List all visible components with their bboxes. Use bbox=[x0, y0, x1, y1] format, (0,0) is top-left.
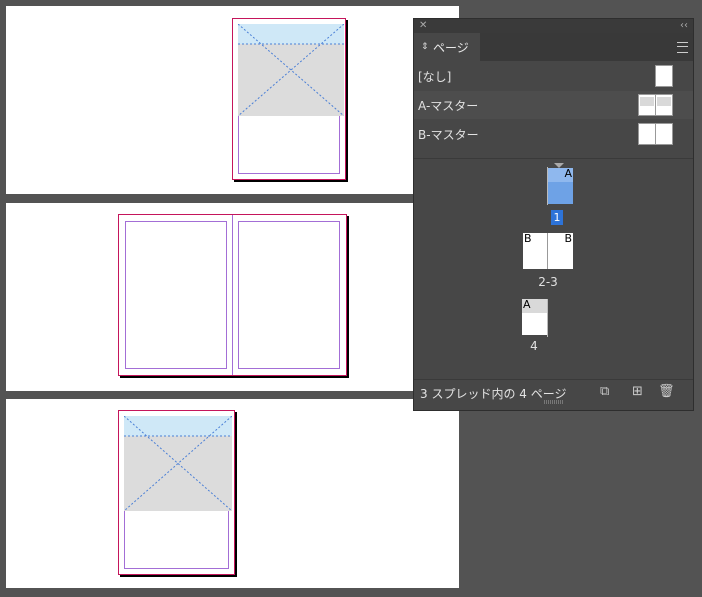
tab-pages[interactable]: ⇕ ページ bbox=[414, 33, 480, 61]
master-letter: A bbox=[523, 298, 531, 311]
master-a-right-page bbox=[656, 95, 672, 115]
masters-divider[interactable] bbox=[414, 158, 693, 159]
close-icon[interactable]: ✕ bbox=[419, 19, 427, 33]
master-a-left-page bbox=[639, 95, 655, 115]
master-none-thumbnail[interactable] bbox=[655, 65, 673, 87]
page-4-spine bbox=[547, 299, 548, 337]
tab-pages-label: ページ bbox=[433, 41, 469, 55]
panel-title-bar[interactable]: ✕ ‹‹ bbox=[414, 19, 693, 33]
page-4-thumbnail[interactable]: A bbox=[522, 298, 547, 335]
master-a-thumbnail[interactable] bbox=[638, 94, 673, 116]
updown-icon: ⇕ bbox=[421, 42, 429, 52]
document-spread-1[interactable] bbox=[6, 6, 459, 194]
page-4-label[interactable]: 4 bbox=[522, 339, 546, 353]
page-1-box[interactable] bbox=[232, 18, 346, 180]
spread-spine bbox=[232, 215, 233, 375]
master-label: B-マスター bbox=[418, 128, 479, 142]
empty-frame-cross-icon bbox=[124, 416, 232, 511]
master-letter: A bbox=[564, 167, 572, 180]
trash-icon[interactable]: 🗑 bbox=[658, 384, 675, 400]
thumb-spine bbox=[655, 124, 656, 144]
panel-status-bar: 3 スプレッド内の 4 ページ ⧉ ⊞ 🗑 bbox=[414, 379, 693, 405]
panel-menu-icon[interactable] bbox=[677, 42, 688, 53]
master-item-a[interactable]: A-マスター bbox=[414, 91, 693, 119]
empty-frame-cross-icon bbox=[238, 24, 344, 116]
document-spread-2-3[interactable] bbox=[6, 203, 459, 391]
image-placeholder-frame[interactable] bbox=[238, 24, 344, 116]
new-page-icon[interactable]: ⊞ bbox=[632, 384, 643, 400]
master-item-none[interactable]: [なし] bbox=[414, 62, 693, 90]
collapse-icon[interactable]: ‹‹ bbox=[680, 19, 688, 33]
master-label: A-マスター bbox=[418, 99, 479, 113]
margin-guide-right bbox=[238, 221, 340, 369]
page-1-thumbnail[interactable]: A bbox=[548, 167, 573, 204]
page-1-number[interactable]: 1 bbox=[551, 210, 563, 225]
thumb-spine bbox=[547, 233, 548, 269]
master-letter-right: B bbox=[564, 232, 572, 245]
master-label: [なし] bbox=[418, 70, 452, 84]
spread-2-3-box[interactable] bbox=[118, 214, 347, 376]
panel-tab-row: ⇕ ページ bbox=[414, 33, 693, 61]
master-b-thumbnail[interactable] bbox=[638, 123, 673, 145]
image-placeholder-frame[interactable] bbox=[124, 416, 232, 511]
spread-2-3-label[interactable]: 2-3 bbox=[528, 275, 568, 289]
pages-panel[interactable]: ✕ ‹‹ ⇕ ページ [なし] A-マスター B-マスター A 1 B B 2-… bbox=[413, 18, 694, 411]
page-4-box[interactable] bbox=[118, 410, 235, 575]
master-item-b[interactable]: B-マスター bbox=[414, 120, 693, 148]
margin-guide-left bbox=[125, 221, 227, 369]
edit-page-size-icon[interactable]: ⧉ bbox=[600, 384, 609, 400]
spread-2-3-thumbnail[interactable]: B B bbox=[523, 232, 573, 269]
document-spread-4[interactable] bbox=[6, 399, 459, 588]
resize-grip[interactable] bbox=[544, 400, 564, 404]
master-letter-left: B bbox=[524, 232, 532, 245]
